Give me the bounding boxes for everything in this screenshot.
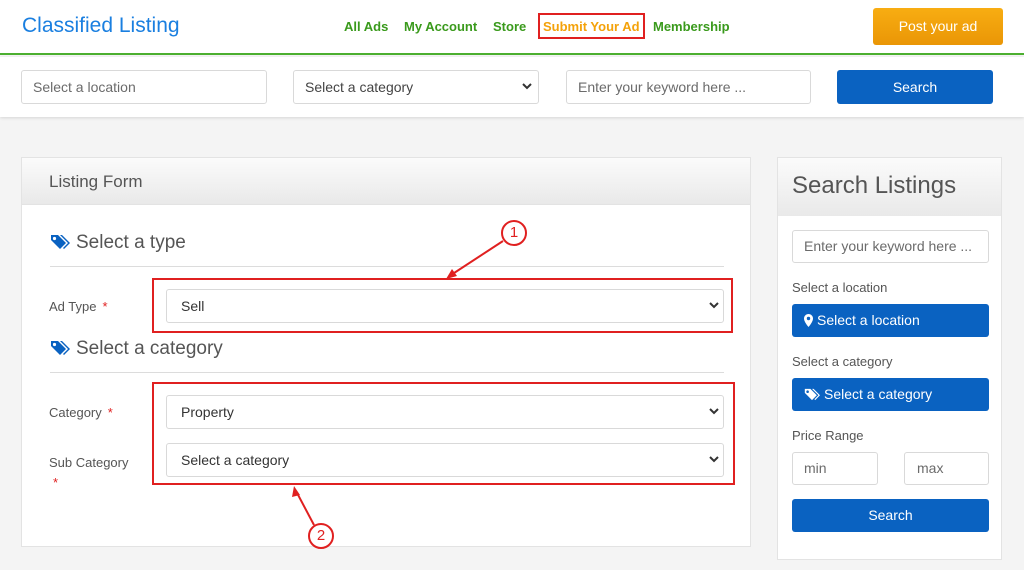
post-your-ad-button[interactable]: Post your ad [873,8,1003,45]
site-logo[interactable]: Classified Listing [22,14,180,38]
required-marker: * [107,405,113,420]
listing-form-title: Listing Form [22,158,750,205]
annotation-box-category [152,382,735,485]
nav-store[interactable]: Store [493,19,526,34]
search-button[interactable]: Search [837,70,993,104]
callout-badge-2: 2 [308,523,334,549]
sidebar-location-label: Select a location [792,280,888,295]
nav-my-account[interactable]: My Account [404,19,477,34]
chevron-down-icon [522,71,532,90]
location-placeholder: Select a location [33,79,136,95]
price-max-input[interactable]: max [904,452,989,485]
sub-category-label: Sub Category * [49,453,129,493]
sidebar-category-label: Select a category [792,354,893,369]
sidebar-category-button-text: Select a category [824,386,933,402]
sidebar-location-button-text: Select a location [817,312,920,328]
divider [50,266,724,267]
required-marker: * [102,299,108,314]
sidebar-title: Search Listings [778,158,1001,216]
select-category-heading-text: Select a category [76,338,223,359]
select-type-heading: Select a type [50,232,186,256]
divider [50,372,724,373]
submit-ad-highlight-box [538,13,645,39]
sub-category-label-text: Sub Category [49,455,129,470]
keyword-placeholder: Enter your keyword here ... [578,79,747,95]
price-min-input[interactable]: min [792,452,878,485]
map-marker-icon [804,314,813,327]
select-category-heading: Select a category [50,338,223,362]
keyword-input[interactable]: Enter your keyword here ... [566,70,811,104]
search-listings-sidebar: Search Listings Enter your keyword here … [777,157,1002,560]
ad-type-label: Ad Type * [49,299,108,314]
sidebar-search-button[interactable]: Search [792,499,989,532]
top-navbar: Classified Listing All Ads My Account St… [0,0,1024,55]
price-max-placeholder: max [917,460,944,476]
sidebar-category-button[interactable]: Select a category [792,378,989,411]
category-select[interactable]: Select a category [293,70,539,104]
required-marker: * [53,475,59,490]
select-type-heading-text: Select a type [76,232,186,253]
category-label-text: Category [49,405,102,420]
category-select-value: Select a category [305,79,414,95]
sidebar-keyword-input[interactable]: Enter your keyword here ... [792,230,989,263]
sidebar-location-button[interactable]: Select a location [792,304,989,337]
sidebar-keyword-placeholder: Enter your keyword here ... [804,238,973,254]
tags-icon [50,234,70,256]
tags-icon [804,388,820,401]
category-label: Category * [49,405,113,420]
ad-type-label-text: Ad Type [49,299,97,314]
location-input[interactable]: Select a location [21,70,267,104]
callout-badge-1: 1 [501,220,527,246]
listing-form-card: Listing Form Select a type Ad Type * Sell… [21,157,751,547]
price-min-placeholder: min [804,460,827,476]
nav-all-ads[interactable]: All Ads [344,19,388,34]
nav-membership[interactable]: Membership [653,19,730,34]
tags-icon [50,340,70,362]
annotation-box-ad-type [152,278,733,333]
price-range-label: Price Range [792,428,864,443]
search-strip: Select a location Select a category Ente… [0,57,1024,117]
